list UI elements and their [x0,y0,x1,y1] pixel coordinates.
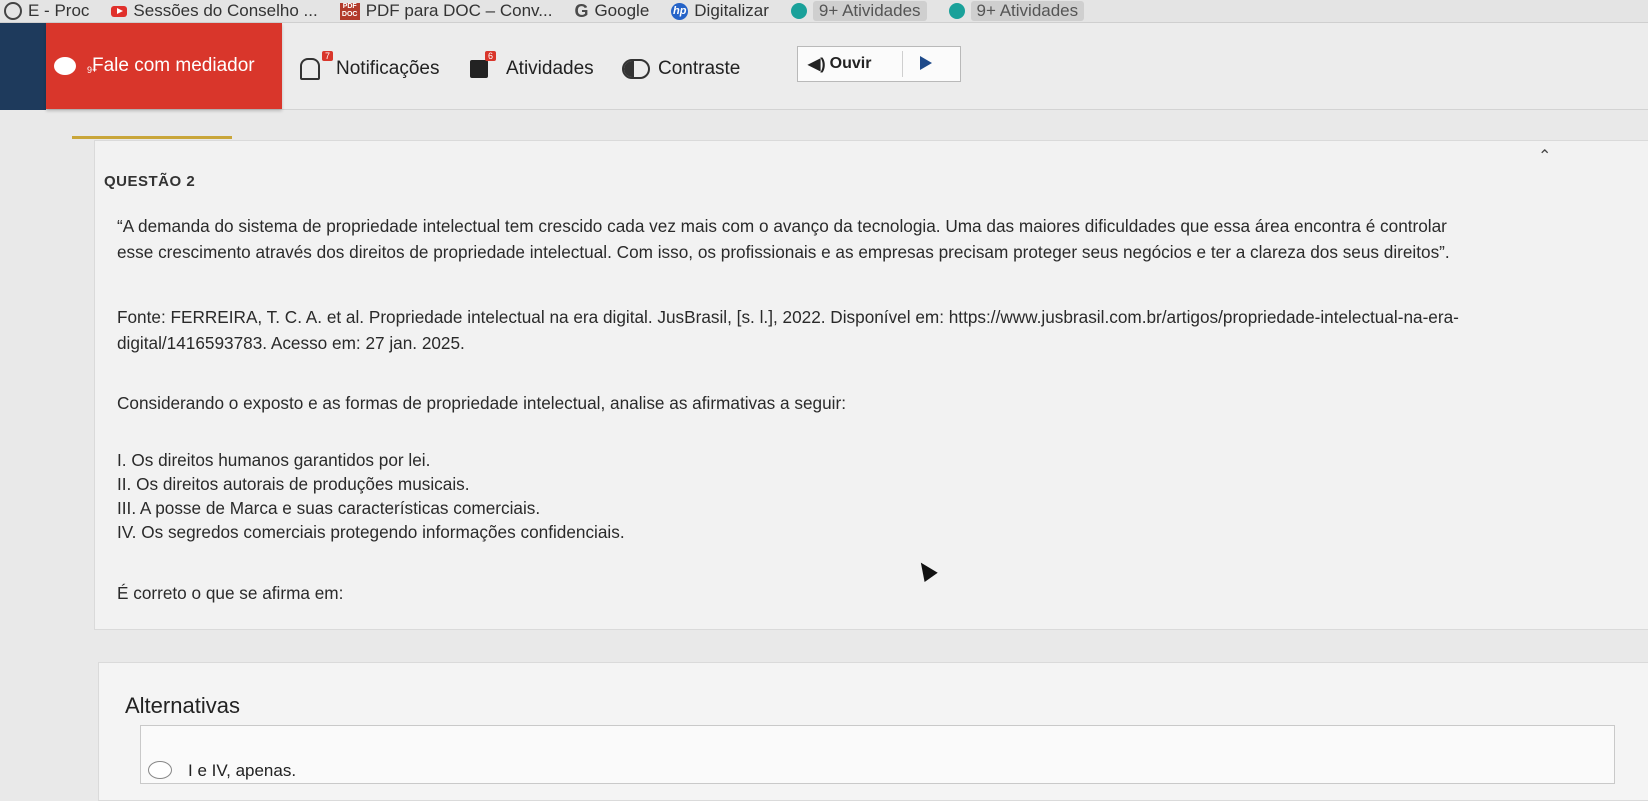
statement-4: IV. Os segredos comerciais protegendo in… [117,522,625,542]
ouvir-button[interactable]: ◀) Ouvir [797,46,961,82]
speaker-icon: ◀) [808,56,826,73]
alternative-option-1-text: I e IV, apenas. [188,761,297,780]
question-ask: É correto o que se afirma em: [117,583,344,603]
quote-line-1: “A demanda do sistema de propriedade int… [117,216,1447,236]
source-line-1: Fonte: FERREIRA, T. C. A. et al. Proprie… [117,307,1459,327]
youtube-icon [111,5,128,17]
bookmarks-bar: E - Proc Sessões do Conselho ... PDF DOC … [0,0,1648,23]
atividades-button[interactable]: 6 Atividades [470,51,594,80]
mediador-badge: 9+ [87,65,98,75]
bookmark-sessoes[interactable]: Sessões do Conselho ... [111,1,318,21]
notificacoes-button[interactable]: 7 Notificações [300,51,440,80]
fale-com-mediador-button[interactable]: 9+ Fale com mediador [46,23,282,109]
pdf-icon: PDF DOC [339,2,360,20]
question-title: QUESTÃO 2 [104,173,196,190]
play-icon[interactable] [920,56,932,70]
bookmark-pdf-doc[interactable]: PDF DOC PDF para DOC – Conv... [339,1,552,21]
bell-icon [300,58,320,80]
extension-icon [790,3,807,19]
accent-bar [72,136,232,139]
side-nav-strip [0,23,46,110]
radio-option-1[interactable] [148,761,172,779]
alternative-option-1[interactable] [140,725,1615,784]
bookmark-google[interactable]: G Google [574,1,649,22]
bookmark-atividades-1[interactable]: 9+ Atividades [790,1,927,21]
bookmark-eproc[interactable]: E - Proc [4,1,89,21]
collapse-chevron-icon[interactable]: ⌃ [1538,146,1551,166]
contrast-icon [622,59,650,79]
statement-1: I. Os direitos humanos garantidos por le… [117,450,431,470]
source-line-2: digital/1416593783. Acesso em: 27 jan. 2… [117,333,465,353]
contraste-button[interactable]: Contraste [622,58,740,80]
alternatives-title: Alternativas [125,693,240,718]
bookmark-atividades-2[interactable]: 9+ Atividades [948,1,1085,21]
hp-icon: hp [671,2,689,20]
statement-2: II. Os direitos autorais de produções mu… [117,474,470,494]
atividades-badge: 6 [485,51,497,61]
notificacoes-badge: 7 [322,51,334,61]
chat-icon [54,57,76,75]
google-icon: G [574,0,589,21]
extension-icon [948,3,965,19]
question-prompt: Considerando o exposto e as formas de pr… [117,393,846,413]
statement-3: III. A posse de Marca e suas característ… [117,498,541,518]
globe-icon [4,2,22,20]
bookmark-digitalizar[interactable]: hp Digitalizar [671,1,769,21]
quote-line-2: esse crescimento através dos direitos de… [117,242,1450,262]
list-icon [470,60,488,78]
